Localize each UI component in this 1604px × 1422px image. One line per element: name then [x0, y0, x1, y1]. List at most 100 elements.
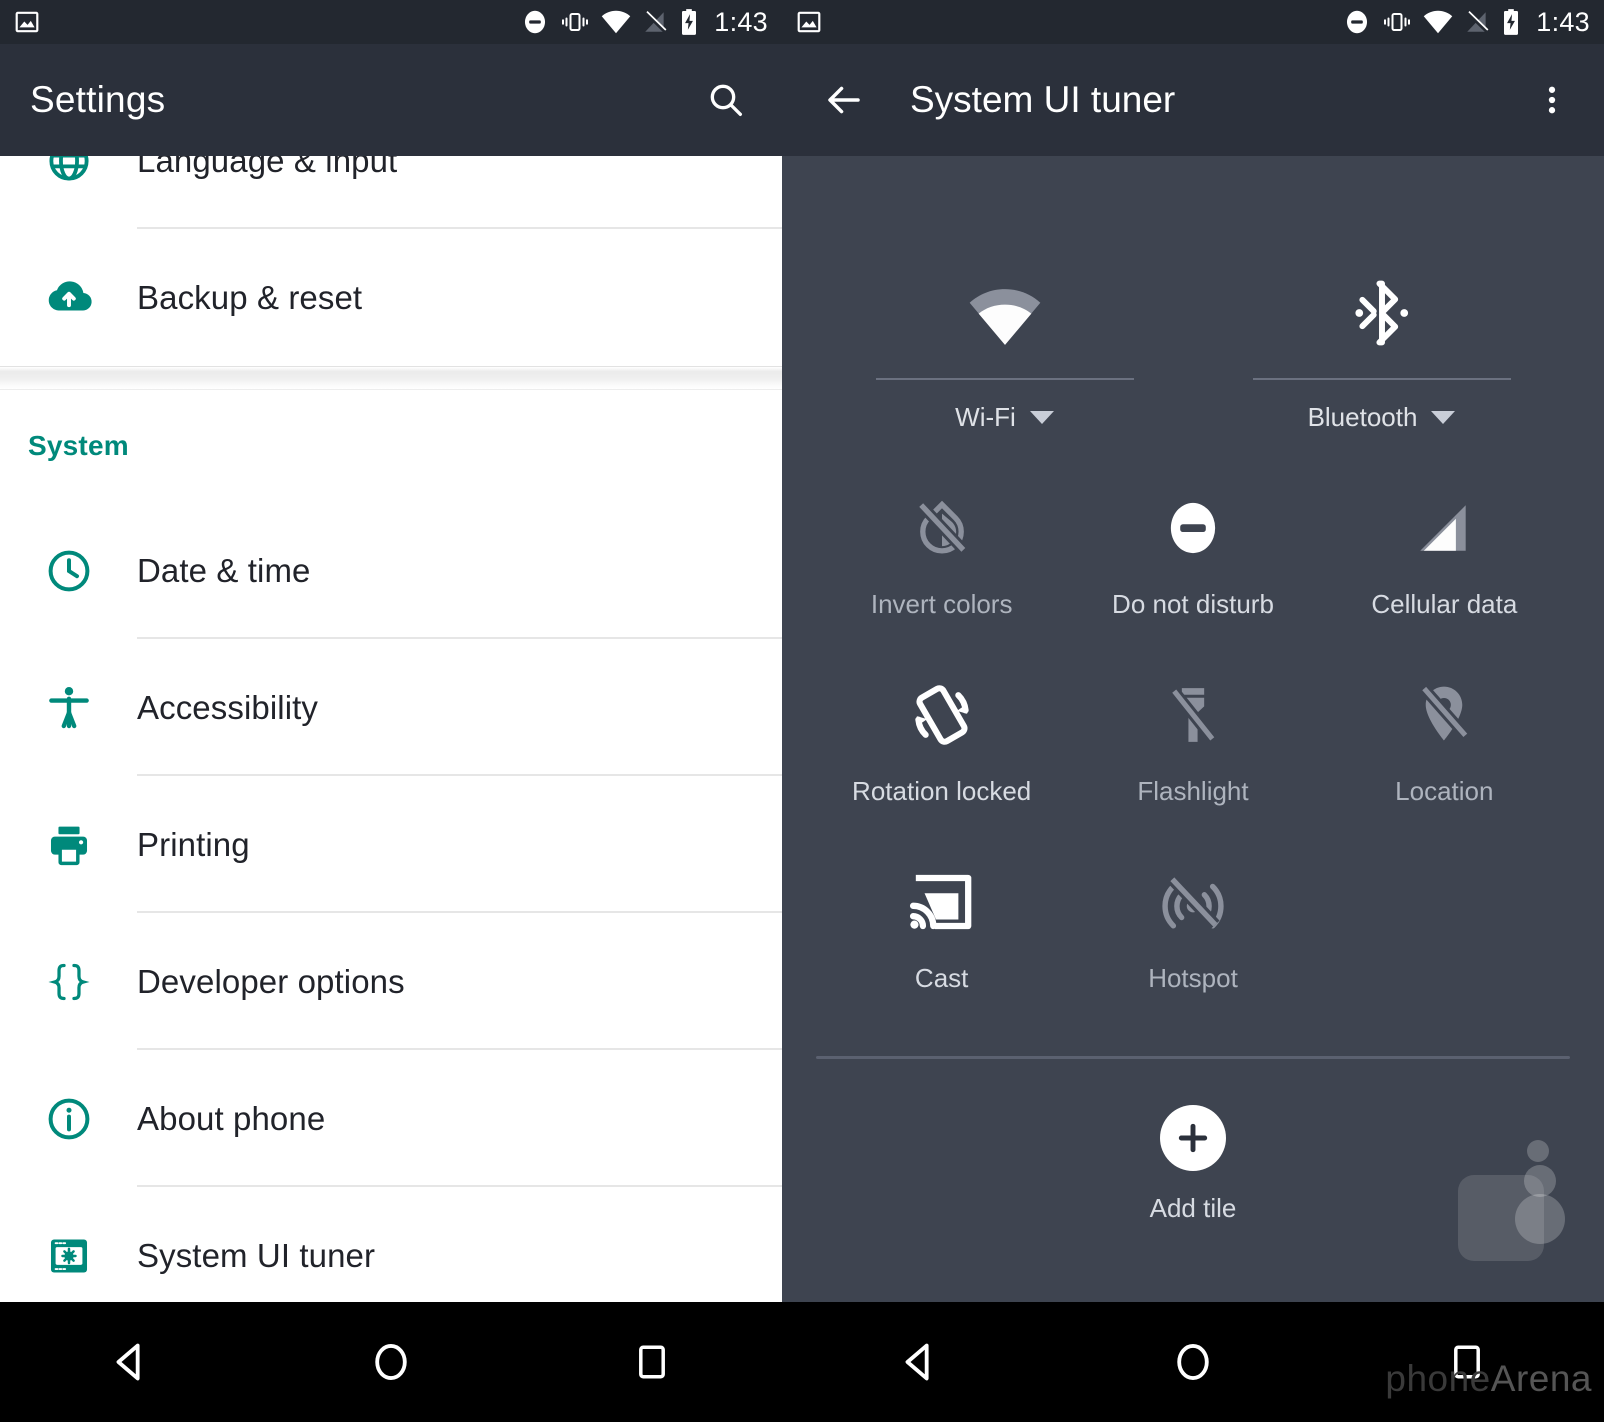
qs-tile-divider	[875, 378, 1134, 380]
settings-item-label: Printing	[137, 825, 250, 863]
info-icon	[0, 1095, 137, 1143]
search-icon[interactable]	[698, 72, 754, 128]
overflow-menu-icon[interactable]	[1524, 72, 1580, 128]
accessibility-icon	[0, 684, 137, 732]
cellular-off-icon	[1464, 9, 1490, 35]
qs-tile-do-not-disturb[interactable]: Do not disturb	[1067, 485, 1318, 620]
dual-screenshot: 1:43 Settings Language & input Backup & …	[0, 0, 1604, 1422]
qs-tile-label: Cellular data	[1371, 589, 1518, 619]
page-title: Settings	[30, 79, 166, 120]
vibrate-icon	[1382, 8, 1412, 36]
qs-tile-wifi[interactable]: Wi-Fi	[816, 252, 1193, 433]
qs-tile-label: Flashlight	[1137, 776, 1249, 806]
section-separator-band	[0, 366, 782, 390]
battery-charging-icon	[1501, 8, 1521, 36]
qs-tile-flashlight[interactable]: Flashlight	[1067, 672, 1318, 807]
settings-item-label: System UI tuner	[137, 1236, 376, 1274]
status-bar-clock: 1:43	[714, 6, 768, 37]
settings-item-backup-reset[interactable]: Backup & reset	[0, 229, 782, 366]
chevron-down-icon[interactable]	[1029, 411, 1054, 424]
watermark-suffix: Arena	[1490, 1358, 1592, 1399]
settings-list[interactable]: Language & input Backup & reset System D…	[0, 156, 782, 1302]
quick-settings-row-dual: Wi-Fi Bluetooth	[816, 252, 1570, 433]
settings-item-developer-options[interactable]: Developer options	[0, 913, 782, 1050]
qs-tile-label: Cast	[914, 963, 969, 993]
settings-item-language-input[interactable]: Language & input	[0, 156, 782, 229]
navigation-bar-right[interactable]: phoneArena	[782, 1302, 1604, 1422]
battery-charging-icon	[679, 8, 699, 36]
settings-item-about-phone[interactable]: About phone	[0, 1050, 782, 1187]
qs-tile-cast[interactable]: Cast	[816, 859, 1067, 994]
cellular-off-icon	[642, 9, 668, 35]
cloud-upload-icon	[0, 273, 137, 323]
qs-tile-label: Invert colors	[870, 589, 1013, 619]
wifi-icon	[1423, 9, 1453, 35]
wifi-icon	[967, 252, 1043, 348]
settings-item-label: Date & time	[137, 551, 311, 589]
qs-tile-location[interactable]: Location	[1319, 672, 1570, 807]
settings-item-accessibility[interactable]: Accessibility	[0, 639, 782, 776]
vibrate-icon	[560, 8, 590, 36]
status-bar-left: 1:43	[0, 0, 782, 44]
nav-recents-button[interactable]	[592, 1302, 712, 1422]
qs-tile-cellular-data[interactable]: Cellular data	[1319, 485, 1570, 620]
quick-settings-row-3: Rotation locked Flashlight Location	[816, 672, 1570, 807]
qs-tile-label-row[interactable]: Bluetooth	[1308, 402, 1456, 433]
add-tile-label: Add tile	[1149, 1193, 1237, 1223]
watermark-prefix: phone	[1385, 1358, 1491, 1399]
cellular-data-icon	[1413, 485, 1475, 571]
location-off-icon	[1413, 672, 1475, 758]
nav-back-button[interactable]	[70, 1302, 190, 1422]
settings-item-printing[interactable]: Printing	[0, 776, 782, 913]
status-bar-right: 1:43	[782, 0, 1604, 44]
photo-icon	[14, 9, 40, 35]
wifi-icon	[601, 9, 631, 35]
settings-item-label: Accessibility	[137, 688, 319, 726]
clock-icon	[0, 547, 137, 595]
section-header-label: System	[28, 430, 129, 461]
qs-tile-hotspot[interactable]: Hotspot	[1067, 859, 1318, 994]
qs-tile-bluetooth[interactable]: Bluetooth	[1193, 252, 1570, 433]
add-tile-button[interactable]: Add tile	[782, 1105, 1604, 1224]
invert-colors-off-icon	[910, 485, 974, 571]
settings-item-date-time[interactable]: Date & time	[0, 502, 782, 639]
quick-settings-editor[interactable]: Wi-Fi Bluetooth Invert colors Do not dis…	[782, 156, 1604, 1302]
system-ui-tuner-screen: 1:43 System UI tuner Wi-Fi Bluetooth Inv…	[782, 0, 1604, 1422]
language-globe-icon	[0, 156, 137, 184]
quick-settings-row-2: Invert colors Do not disturb Cellular da…	[816, 485, 1570, 620]
hotspot-off-icon	[1160, 859, 1226, 945]
qs-tile-label: Do not disturb	[1112, 589, 1274, 619]
bluetooth-icon	[1351, 252, 1413, 348]
system-ui-tuner-icon	[0, 1233, 137, 1279]
settings-item-label: Backup & reset	[137, 278, 363, 316]
settings-item-label: Language & input	[137, 156, 398, 179]
qs-tile-rotation-locked[interactable]: Rotation locked	[816, 672, 1067, 807]
nav-back-button[interactable]	[859, 1302, 979, 1422]
qs-tile-label-row[interactable]: Wi-Fi	[955, 402, 1054, 433]
add-tile-separator	[816, 1056, 1570, 1059]
settings-screen: 1:43 Settings Language & input Backup & …	[0, 0, 782, 1422]
qs-tile-label: Hotspot	[1148, 963, 1238, 993]
section-header-system: System	[0, 390, 782, 502]
nav-home-button[interactable]	[1133, 1302, 1253, 1422]
quick-settings-grid: Wi-Fi Bluetooth Invert colors Do not dis…	[782, 156, 1604, 994]
navigation-bar-left[interactable]	[0, 1302, 782, 1422]
settings-app-bar: Settings	[0, 44, 782, 156]
do-not-disturb-icon	[1161, 485, 1225, 571]
settings-item-system-ui-tuner[interactable]: System UI tuner	[0, 1187, 782, 1302]
watermark-text: phoneArena	[1385, 1358, 1592, 1400]
photo-icon	[796, 9, 822, 35]
tuner-app-bar: System UI tuner	[782, 44, 1604, 156]
qs-tile-label: Bluetooth	[1307, 402, 1418, 432]
flashlight-off-icon	[1162, 672, 1224, 758]
qs-tile-invert-colors[interactable]: Invert colors	[816, 485, 1067, 620]
plus-icon	[1160, 1105, 1226, 1171]
chevron-down-icon[interactable]	[1431, 411, 1456, 424]
rotation-locked-icon	[907, 672, 977, 758]
arrow-back-icon[interactable]	[816, 72, 872, 128]
do-not-disturb-icon	[521, 8, 549, 36]
status-bar-clock: 1:43	[1536, 6, 1590, 37]
qs-tile-label: Wi-Fi	[955, 402, 1016, 432]
braces-icon	[0, 959, 137, 1005]
nav-home-button[interactable]	[331, 1302, 451, 1422]
